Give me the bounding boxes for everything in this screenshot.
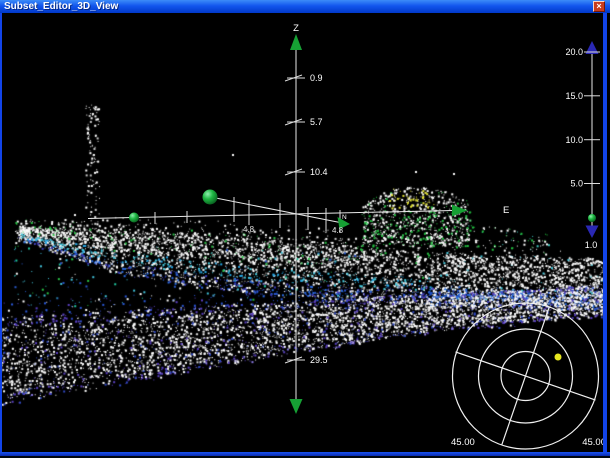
viewport-overlay: Z 0.9 5.7 10.4 29.5 E: [0, 0, 610, 458]
z-axis-label: Z: [293, 23, 299, 34]
depth-scale-marker[interactable]: [588, 214, 596, 222]
z-tick-label: 10.4: [310, 167, 328, 177]
z-tick-label: 0.9: [310, 73, 323, 83]
z-tick-label: 5.7: [310, 117, 323, 127]
z-tick-label: 29.5: [310, 355, 328, 365]
window-border-left: [0, 13, 2, 458]
rotation-handle-large[interactable]: [203, 190, 218, 205]
depth-tick-label: 10.0: [565, 135, 583, 145]
compass-left-value: 45.00: [451, 437, 475, 448]
rotation-handle-small[interactable]: [129, 213, 139, 223]
depth-scale[interactable]: 20.0 15.0 10.0 5.0 1.0: [565, 41, 600, 250]
close-icon: ×: [596, 1, 601, 11]
window-titlebar[interactable]: Subset_Editor_3D_View ×: [0, 0, 610, 13]
depth-scale-min-label: 1.0: [585, 240, 598, 250]
z-axis-down-arrow-icon: [290, 399, 303, 414]
e-axis-label: E: [503, 205, 509, 216]
orientation-compass[interactable]: 45.00 45.00: [451, 303, 606, 449]
e-tick-label: 4.8: [243, 225, 255, 234]
depth-tick-label: 20.0: [565, 47, 583, 57]
compass-target-dot: [555, 354, 562, 361]
n-axis-label: N: [342, 214, 347, 221]
depth-scale-down-arrow-icon[interactable]: [586, 226, 599, 239]
window-title: Subset_Editor_3D_View: [4, 1, 118, 12]
depth-tick-label: 15.0: [565, 91, 583, 101]
z-axis-up-arrow-icon: [290, 34, 302, 50]
subset-editor-window: Z 0.9 5.7 10.4 29.5 E: [0, 0, 610, 458]
e-axis-arrow-icon: [452, 205, 467, 217]
close-button[interactable]: ×: [593, 1, 605, 12]
depth-tick-label: 5.0: [570, 179, 583, 189]
e-tick-label: 4.8: [332, 226, 344, 235]
